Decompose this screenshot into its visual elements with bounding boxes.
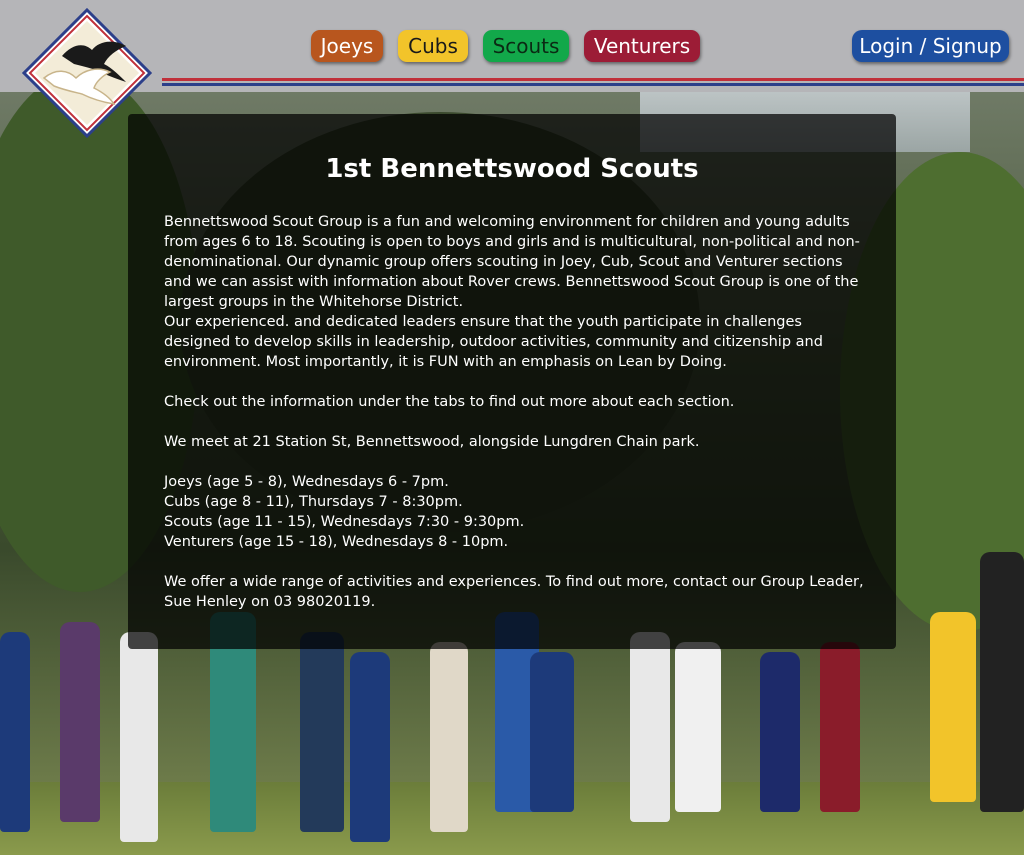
intro-text: Bennettswood Scout Group is a fun and we… [164, 212, 864, 612]
header-stripe-blue [162, 83, 1024, 86]
nav-scouts-button[interactable]: Scouts [483, 30, 569, 62]
page-title: 1st Bennettswood Scouts [325, 154, 699, 184]
schedule-cubs: Cubs (age 8 - 11), Thursdays 7 - 8:30pm. [164, 494, 463, 510]
tabs-info-paragraph: Check out the information under the tabs… [164, 394, 735, 410]
nav-venturers-button[interactable]: Venturers [584, 30, 700, 62]
schedule-scouts: Scouts (age 11 - 15), Wednesdays 7:30 - … [164, 514, 525, 530]
location-paragraph: We meet at 21 Station St, Bennettswood, … [164, 434, 700, 450]
contact-paragraph: We offer a wide range of activities and … [164, 574, 864, 610]
leaders-paragraph: Our experienced. and dedicated leaders e… [164, 314, 823, 370]
intro-paragraph: Bennettswood Scout Group is a fun and we… [164, 214, 860, 310]
intro-panel: 1st Bennettswood Scouts Bennettswood Sco… [128, 114, 896, 649]
header-stripe-red [162, 78, 1024, 81]
site-header: Joeys Cubs Scouts Venturers Login / Sign… [0, 0, 1024, 92]
nav-joeys-button[interactable]: Joeys [311, 30, 383, 62]
nav-cubs-button[interactable]: Cubs [398, 30, 468, 62]
schedule-venturers: Venturers (age 15 - 18), Wednesdays 8 - … [164, 534, 509, 550]
schedule-joeys: Joeys (age 5 - 8), Wednesdays 6 - 7pm. [164, 474, 449, 490]
scouts-logo-icon[interactable] [21, 7, 153, 139]
login-signup-button[interactable]: Login / Signup [852, 30, 1009, 62]
